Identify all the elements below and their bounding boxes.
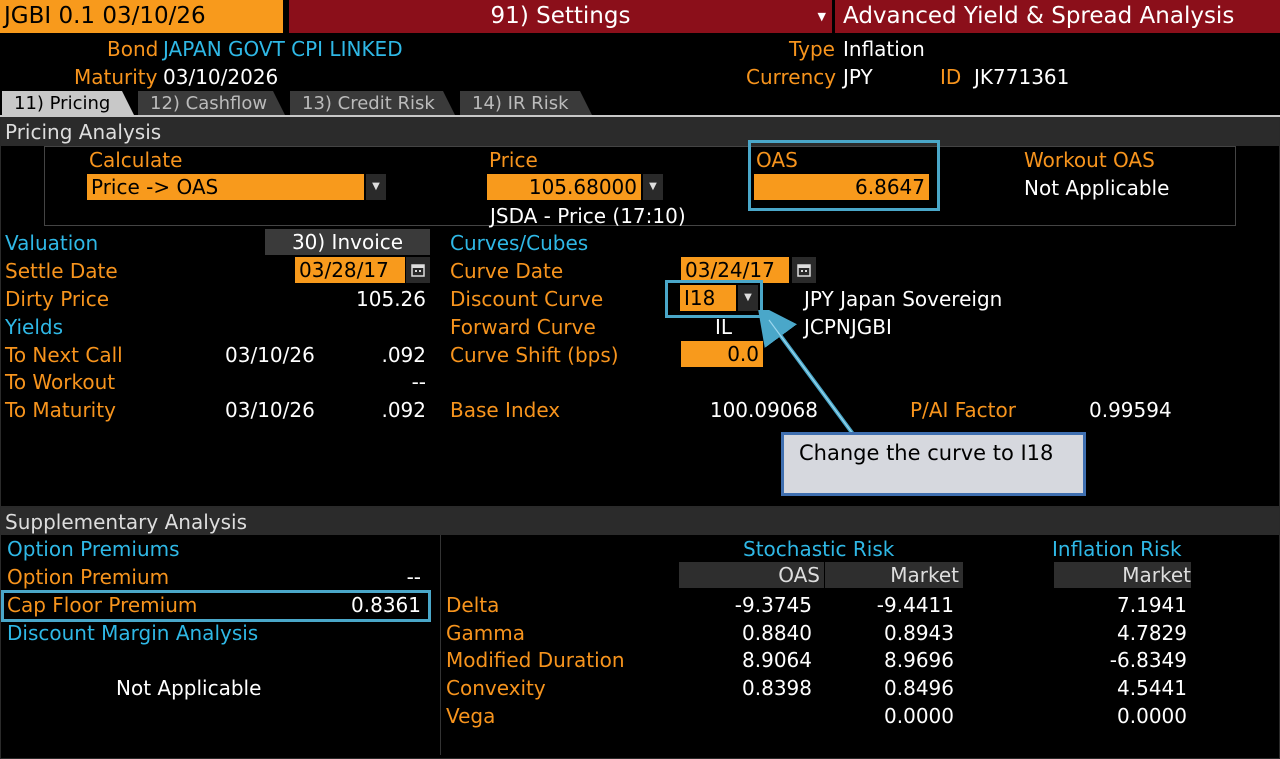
maturity-value: 03/10/2026 [163,65,279,89]
settle-date-label: Settle Date [5,259,118,283]
to-next-call-date: 03/10/26 [225,343,315,367]
risk-row-market: 0.8943 [884,621,954,645]
callout-arrow-icon [757,310,855,436]
callout-text: Change the curve to I18 [799,441,1054,465]
tab-credit-risk[interactable]: 13) Credit Risk [290,91,455,115]
invoice-button[interactable]: 30) Invoice [265,229,430,255]
calculate-dropdown-icon[interactable]: ▼ [365,174,386,200]
workout-oas-label: Workout OAS [1024,148,1155,172]
price-input[interactable]: 105.68000 [487,174,641,200]
currency-label: Currency [746,65,837,89]
calculate-label: Calculate [89,148,183,172]
risk-row-market: 0.0000 [884,704,954,728]
stochastic-risk-heading: Stochastic Risk [743,537,895,561]
curve-shift-input[interactable]: 0.0 [681,341,763,367]
inflation-risk-heading: Inflation Risk [1052,537,1182,561]
forward-curve-value: IL [715,315,733,339]
calculate-select[interactable]: Price -> OAS [87,174,364,200]
discount-curve-desc: JPY Japan Sovereign [804,287,1003,311]
callout-box: Change the curve to I18 [781,432,1086,496]
pai-factor-label: P/AI Factor [910,398,1016,422]
risk-row-oas: 0.8398 [742,676,812,700]
option-premium-label: Option Premium [7,565,170,589]
risk-row-oas: 0.8840 [742,621,812,645]
bond-value: JAPAN GOVT CPI LINKED [163,37,403,61]
price-dropdown-icon[interactable]: ▼ [642,174,663,200]
curve-shift-label: Curve Shift (bps) [450,343,619,367]
discount-curve-highlight-box [665,280,763,318]
to-next-call-yield: .092 [381,343,426,367]
curves-heading: Curves/Cubes [450,231,589,255]
risk-row-label: Modified Duration [446,648,625,672]
col-header-inflation-market: Market [1054,562,1191,588]
risk-row-label: Vega [446,704,496,728]
option-premiums-heading: Option Premiums [7,537,180,561]
dirty-price-value: 105.26 [356,287,426,311]
dropdown-arrow-icon: ▼ [817,10,826,23]
to-maturity-date: 03/10/26 [225,398,315,422]
risk-row-inflation: -6.8349 [1109,648,1187,672]
cap-floor-highlight-box [1,590,431,622]
type-label: Type [789,37,835,61]
curve-calendar-icon[interactable] [792,257,816,283]
to-maturity-label: To Maturity [5,398,116,422]
discount-margin-value: Not Applicable [116,676,262,700]
risk-row-market: -9.4411 [876,593,954,617]
type-value: Inflation [843,37,925,61]
tab-cashflow[interactable]: 12) Cashflow [138,91,285,115]
risk-row-inflation: 0.0000 [1117,704,1187,728]
supplementary-header: Supplementary Analysis [1,508,1279,535]
settle-date-input[interactable]: 03/28/17 [295,257,405,283]
dirty-price-label: Dirty Price [5,287,110,311]
to-workout-label: To Workout [5,370,116,394]
risk-row-market: 8.9696 [884,648,954,672]
risk-row-label: Delta [446,593,500,617]
tab-ir-risk[interactable]: 14) IR Risk [460,91,592,115]
risk-row-label: Convexity [446,676,546,700]
discount-curve-label: Discount Curve [450,287,604,311]
risk-row-market: 0.8496 [884,676,954,700]
id-value: JK771361 [974,65,1070,89]
valuation-heading: Valuation [5,231,99,255]
risk-row-label: Gamma [446,621,525,645]
price-source: JSDA - Price (17:10) [490,204,686,228]
risk-row-oas: 8.9064 [742,648,812,672]
pricing-header: Pricing Analysis [1,118,1279,146]
base-index-label: Base Index [450,398,561,422]
risk-row-inflation: 4.5441 [1117,676,1187,700]
settle-calendar-icon[interactable] [406,257,430,283]
settings-menu-button[interactable]: 91) Settings ▼ [289,0,832,33]
oas-highlight-box [748,140,940,211]
forward-curve-label: Forward Curve [450,315,596,339]
option-premium-value: -- [406,565,421,589]
id-label: ID [940,65,962,89]
risk-row-inflation: 7.1941 [1117,593,1187,617]
to-workout-yield: -- [411,370,426,394]
app-title: Advanced Yield & Spread Analysis [835,0,1280,33]
risk-row-inflation: 4.7829 [1117,621,1187,645]
col-header-market: Market [825,562,963,588]
curve-date-label: Curve Date [450,259,564,283]
currency-value: JPY [843,65,873,89]
discount-margin-heading: Discount Margin Analysis [7,621,259,645]
to-maturity-yield: .092 [381,398,426,422]
maturity-label: Maturity [74,65,158,89]
to-next-call-label: To Next Call [5,343,123,367]
pai-factor-value: 0.99594 [1089,398,1172,422]
risk-row-oas: -9.3745 [734,593,812,617]
bond-label: Bond [107,37,159,61]
settings-label: 91) Settings [490,3,631,29]
col-header-oas: OAS [679,562,824,588]
workout-oas-value: Not Applicable [1024,176,1170,200]
yields-heading: Yields [5,315,64,339]
security-ticker[interactable]: JGBI 0.1 03/10/26 [0,0,283,33]
price-label: Price [489,148,538,172]
supplementary-divider [440,535,441,755]
tab-pricing[interactable]: 11) Pricing [2,91,134,115]
